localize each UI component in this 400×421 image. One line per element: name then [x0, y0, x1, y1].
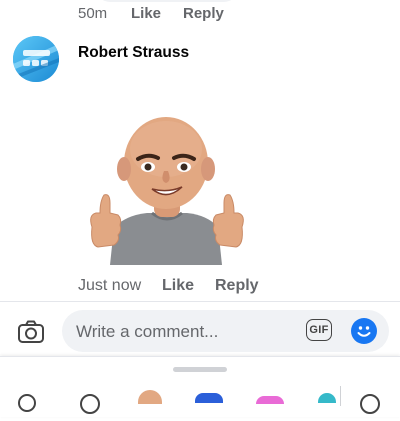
sticker-pack-blue-tab[interactable] — [195, 393, 223, 403]
search-icon[interactable] — [16, 392, 40, 416]
comment-time: Just now — [78, 277, 142, 294]
avatar-image — [13, 36, 59, 82]
previous-comment-bubble — [96, 0, 238, 2]
sticker-pack-pink-tab[interactable] — [256, 396, 284, 404]
clock-icon[interactable] — [78, 392, 102, 416]
comment-author[interactable]: Robert Strauss — [78, 44, 189, 62]
avatar-thumbs-up-sticker — [82, 115, 252, 265]
emoji-smile-icon[interactable] — [351, 318, 377, 344]
previous-comment-like-button[interactable]: Like — [131, 5, 161, 22]
camera-icon[interactable] — [16, 317, 46, 347]
previous-comment-time: 50m — [78, 5, 108, 22]
comment-input-placeholder: Write a comment... — [76, 322, 219, 341]
tray-divider — [340, 386, 341, 406]
sticker-tray-handle[interactable] — [173, 367, 227, 372]
avatar[interactable] — [13, 36, 59, 82]
composer-divider — [0, 301, 400, 302]
gif-button[interactable]: GIF — [306, 319, 332, 341]
add-icon[interactable] — [358, 392, 382, 416]
comment-reply-button[interactable]: Reply — [215, 277, 259, 295]
previous-comment-reply-button[interactable]: Reply — [183, 5, 224, 22]
comment-like-button[interactable]: Like — [162, 277, 194, 295]
